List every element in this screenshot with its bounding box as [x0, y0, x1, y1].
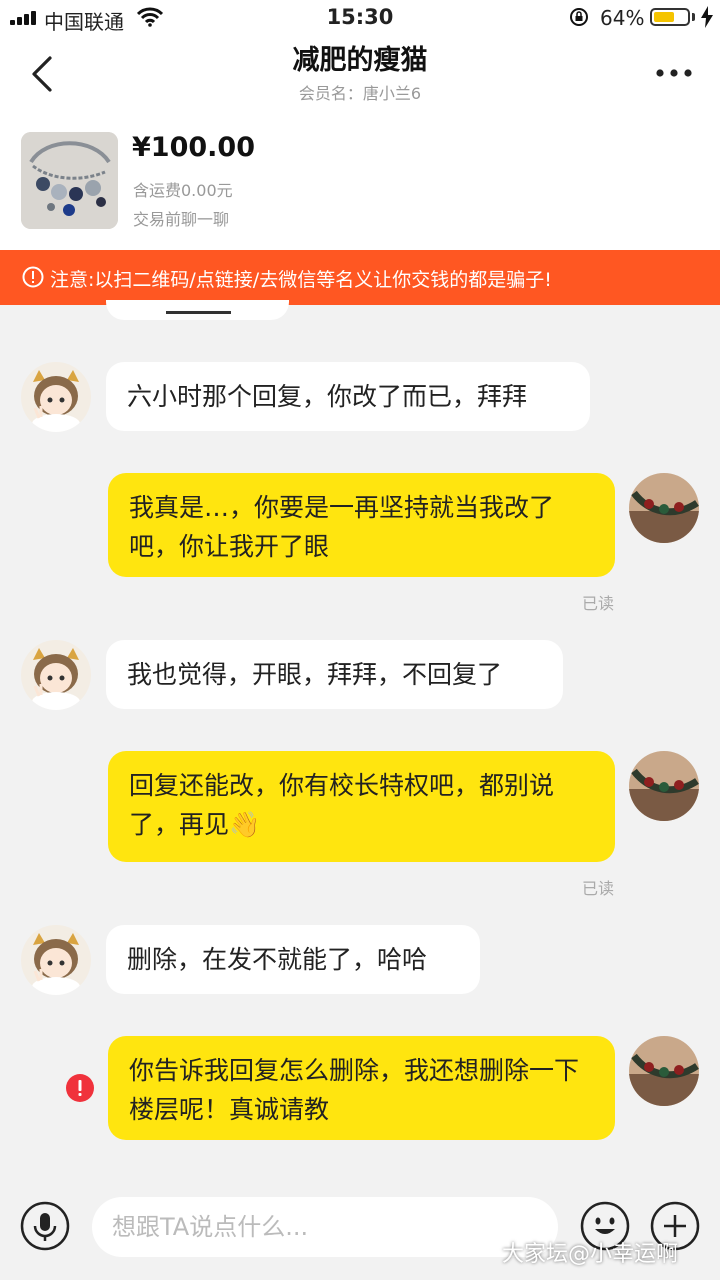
battery-icon [650, 8, 690, 26]
read-status: 已读 [582, 879, 615, 898]
product-card[interactable]: ¥100.00 含运费0.00元 交易前聊一聊 [0, 114, 720, 250]
more-icon[interactable] [654, 66, 694, 80]
battery-tip [692, 13, 695, 21]
orientation-lock-icon [570, 8, 588, 26]
watermark: 大家坛@小幸运啊 [502, 1242, 679, 1267]
charging-icon [701, 6, 713, 28]
my-avatar[interactable] [629, 473, 699, 543]
outgoing-message-bubble[interactable]: 你告诉我回复怎么删除，我还想删除一下楼层呢！真诚请教 [108, 1036, 615, 1140]
incoming-message-bubble[interactable]: 删除，在发不就能了，哈哈 [106, 925, 480, 994]
warning-icon [22, 266, 44, 288]
battery-percent: 64% [600, 6, 645, 30]
status-bar: 中国联通 15:30 64% [0, 0, 720, 36]
chat-title: 减肥的瘦猫 [292, 45, 428, 76]
send-failed-icon[interactable] [66, 1074, 94, 1102]
product-image[interactable] [21, 132, 118, 229]
scam-warning-banner: 注意:以扫二维码/点链接/去微信等名义让你交钱的都是骗子! [0, 250, 720, 305]
outgoing-message-bubble[interactable]: 我真是…，你要是一再坚持就当我改了吧，你让我开了眼 [108, 473, 615, 577]
warning-text: 注意:以扫二维码/点链接/去微信等名义让你交钱的都是骗子! [50, 269, 552, 291]
member-name: 会员名：唐小兰6 [298, 84, 422, 103]
contact-avatar[interactable] [21, 925, 91, 995]
contact-avatar[interactable] [21, 362, 91, 432]
previous-message-fragment [166, 311, 231, 314]
chat-header: 减肥的瘦猫 会员名：唐小兰6 [0, 36, 720, 114]
incoming-message-bubble[interactable]: 六小时那个回复，你改了而已，拜拜 [106, 362, 590, 431]
product-price: ¥100.00 [132, 132, 255, 163]
microphone-icon[interactable] [20, 1201, 70, 1251]
outgoing-message-bubble[interactable]: 回复还能改，你有校长特权吧，都别说了，再见👋 [108, 751, 615, 862]
product-note: 交易前聊一聊 [133, 210, 230, 229]
incoming-message-bubble[interactable]: 我也觉得，开眼，拜拜，不回复了 [106, 640, 563, 709]
my-avatar[interactable] [629, 751, 699, 821]
shipping-fee: 含运费0.00元 [133, 181, 233, 200]
contact-avatar[interactable] [21, 640, 91, 710]
my-avatar[interactable] [629, 1036, 699, 1106]
message-input[interactable] [92, 1197, 558, 1257]
read-status: 已读 [582, 594, 615, 613]
previous-message-bubble [106, 300, 289, 320]
